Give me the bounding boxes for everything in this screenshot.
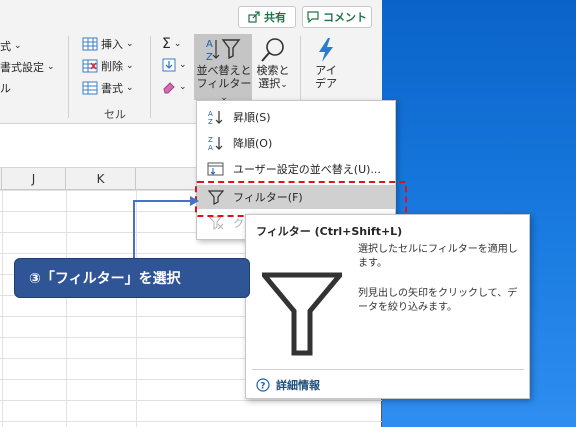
callout-text: ③「フィルター」を選択 bbox=[29, 271, 181, 287]
callout-arrow bbox=[133, 196, 199, 258]
instruction-callout: ③「フィルター」を選択 bbox=[14, 258, 250, 298]
